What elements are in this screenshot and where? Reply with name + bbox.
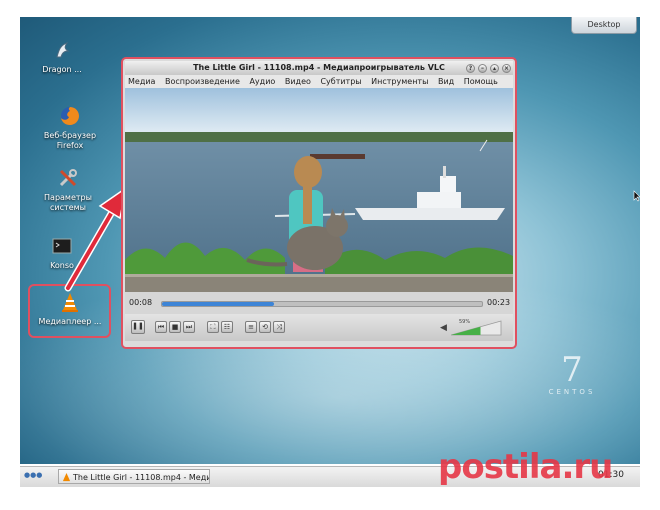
fullscreen-icon[interactable]: ⛶	[207, 321, 219, 333]
taskbar-vlc-item[interactable]: The Little Girl - 11108.mp4 - Медиа	[58, 469, 210, 484]
pause-icon[interactable]: ❚❚	[131, 320, 145, 334]
maximize-icon[interactable]: ▴	[490, 64, 499, 73]
menu-audio[interactable]: Аудио	[246, 77, 279, 86]
previous-icon[interactable]: ⏮	[155, 321, 167, 333]
menu-tools[interactable]: Инструменты	[368, 77, 432, 86]
desktop-icon-label: Веб-браузер Firefox	[43, 131, 97, 150]
desktop-icon-label: Dragon ...	[42, 65, 82, 74]
taskbar-item-label: The Little Girl - 11108.mp4 - Медиа	[73, 473, 210, 482]
postila-watermark: postila.ru	[438, 447, 613, 487]
extended-settings-icon[interactable]: ☷	[221, 321, 233, 333]
close-icon[interactable]: ×	[502, 64, 511, 73]
menu-bar: Медиа Воспроизведение Аудио Видео Субтит…	[125, 75, 513, 88]
dragon-icon	[51, 39, 73, 61]
desktop-icon-dragon[interactable]: Dragon ...	[22, 39, 102, 75]
volume-label: 59%	[459, 319, 471, 325]
show-desktop-button[interactable]: Desktop	[571, 17, 637, 34]
menu-playback[interactable]: Воспроизведение	[162, 77, 244, 86]
stop-icon[interactable]: ■	[169, 321, 181, 333]
controls-bar: ❚❚ ⏮ ■ ⏭ ⛶ ☷ ≡ ⟲ ⤨ ◀ 59%	[125, 314, 513, 341]
seek-slider[interactable]	[161, 301, 483, 307]
vlc-window[interactable]: The Little Girl - 11108.mp4 - Медиапроиг…	[121, 57, 517, 349]
centos-logo: 7 CENTOS	[532, 352, 612, 396]
desktop-icon-firefox[interactable]: Веб-браузер Firefox	[30, 105, 110, 151]
vlc-titlebar[interactable]: The Little Girl - 11108.mp4 - Медиапроиг…	[125, 61, 513, 75]
time-elapsed: 00:08	[129, 298, 153, 307]
loop-icon[interactable]: ⟲	[259, 321, 271, 333]
applications-menu-icon[interactable]: ●●●	[24, 471, 42, 479]
menu-media[interactable]: Медиа	[125, 77, 159, 86]
shuffle-icon[interactable]: ⤨	[273, 321, 285, 333]
centos-version: 7	[561, 350, 583, 390]
time-total: 00:23	[487, 298, 511, 307]
speaker-icon[interactable]: ◀	[440, 323, 447, 333]
mouse-pointer-icon	[633, 190, 640, 202]
menu-subtitles[interactable]: Субтитры	[317, 77, 365, 86]
help-icon[interactable]: ?	[466, 64, 475, 73]
watermark-text: postila.ru	[438, 447, 613, 487]
minimize-icon[interactable]: –	[478, 64, 487, 73]
window-title: The Little Girl - 11108.mp4 - Медиапроиг…	[193, 63, 445, 72]
centos-word: CENTOS	[548, 388, 596, 396]
seek-bar: 00:08 00:23	[125, 292, 513, 314]
seek-progress	[162, 302, 274, 306]
video-area[interactable]	[125, 88, 513, 292]
menu-help[interactable]: Помощь	[461, 77, 502, 86]
playlist-icon[interactable]: ≡	[245, 321, 257, 333]
next-icon[interactable]: ⏭	[183, 321, 195, 333]
vlc-cone-icon	[62, 473, 71, 482]
menu-video[interactable]: Видео	[282, 77, 315, 86]
firefox-icon	[59, 105, 81, 127]
menu-view[interactable]: Вид	[435, 77, 458, 86]
